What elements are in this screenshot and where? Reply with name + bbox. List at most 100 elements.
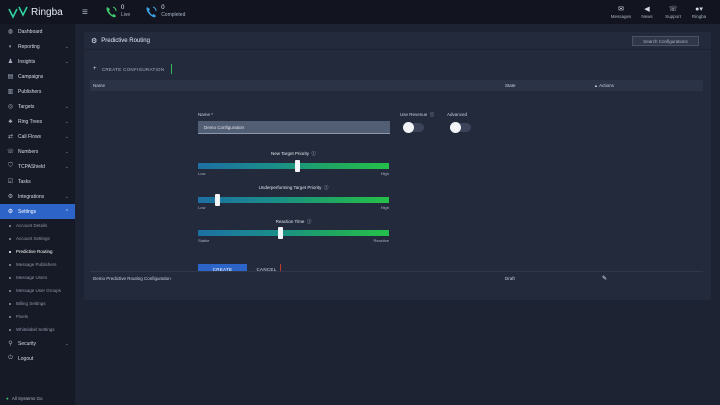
underperforming-target-priority-slider[interactable]	[198, 194, 389, 206]
sidebar-item-label: Insights	[18, 58, 36, 65]
search-configurations-button[interactable]: Search Configurations	[632, 36, 699, 46]
shield-icon: ⛉	[8, 163, 13, 169]
sidebar-item-reporting[interactable]: ◐ Reporting ⌄	[0, 39, 75, 54]
sidebar-item-label: Numbers	[18, 148, 39, 155]
user-label: Ringba	[691, 13, 707, 19]
news-label: News	[641, 13, 653, 19]
tasks-icon: ☑	[7, 179, 14, 185]
info-icon[interactable]: ⓘ	[310, 151, 316, 156]
sidebar-item-security[interactable]: ⚲ Security ⌄	[0, 336, 75, 351]
create-configuration-label: CREATE CONFIGURATION	[101, 66, 165, 72]
user-menu-button[interactable]: ●▾ Ringba	[686, 6, 712, 19]
megaphone-icon: ◀	[644, 5, 650, 13]
numbers-icon: ☏	[6, 149, 15, 155]
sidebar-subitem-whitelabel-settings[interactable]: Whitelabel Settings	[0, 323, 75, 336]
sidebar-item-tasks[interactable]: ☑ Tasks	[0, 174, 75, 189]
plus-icon: +	[93, 66, 97, 72]
messages-button[interactable]: ✉ Messages	[608, 6, 634, 19]
news-button[interactable]: ◀ News	[634, 6, 660, 19]
sidebar-subitem-account-details[interactable]: Account Details	[0, 219, 75, 232]
sidebar-item-label: Ring Trees	[18, 118, 43, 125]
brand-name: Ringba	[31, 6, 63, 18]
phone-completed-icon	[146, 6, 157, 18]
accent-divider	[171, 64, 173, 74]
create-configuration-form: Name * Demo Configuration Use Revenue ⓘ …	[90, 91, 703, 274]
column-header-actions[interactable]: Actions	[594, 83, 614, 88]
slider-range-labels: Low High	[198, 171, 389, 176]
system-status-label: All Systems Go	[11, 395, 43, 401]
sidebar-item-insights[interactable]: ♟ Insights ⌄	[0, 54, 75, 69]
use-revenue-toggle[interactable]	[403, 122, 424, 133]
phone-live-icon	[106, 6, 117, 18]
sidebar-subitem-message-user-groups[interactable]: Message User Groups	[0, 284, 75, 297]
advanced-toggle[interactable]	[450, 122, 471, 133]
ring-trees-icon: ♣	[8, 118, 13, 125]
sidebar-subitem-pixels[interactable]: Pixels	[0, 310, 75, 323]
info-icon[interactable]: ⓘ	[306, 219, 312, 224]
info-icon[interactable]: ⓘ	[323, 185, 329, 190]
slider-high-label: High	[380, 171, 389, 176]
chevron-down-icon: ⌄	[64, 43, 69, 50]
status-dot-icon: ●	[6, 395, 9, 401]
live-calls-stat[interactable]: 0 Live	[104, 5, 130, 19]
sidebar-item-tcpashield[interactable]: ⛉ TCPAShield ⌄	[0, 159, 75, 174]
slider-high-label: High	[380, 205, 389, 210]
chevron-down-icon: ⌄	[64, 118, 69, 125]
slider-low-label: Low	[198, 205, 206, 210]
row-name[interactable]: Demo Predictive Routing Configuration	[93, 276, 171, 281]
integrations-icon: ⚙	[7, 194, 14, 200]
sidebar-subitem-predictive-routing[interactable]: Predictive Routing	[0, 245, 75, 258]
sidebar-item-targets[interactable]: ◎ Targets ⌄	[0, 99, 75, 114]
brand-logo[interactable]: Ringba	[0, 5, 80, 19]
chevron-down-icon: ⌄	[64, 163, 69, 170]
chevron-down-icon: ⌄	[64, 340, 69, 347]
configuration-name-value: Demo Configuration	[204, 124, 245, 130]
new-target-priority-slider[interactable]	[198, 160, 389, 172]
slider-title-text: New Target Priority	[271, 151, 309, 156]
sidebar-item-call-flows[interactable]: ⇄ Call Flows ⌄	[0, 129, 75, 144]
live-label: Live	[121, 12, 131, 18]
sidebar-item-settings[interactable]: ⚙ Settings ⌃	[0, 204, 75, 219]
edit-icon[interactable]: ✎	[602, 275, 607, 282]
info-icon[interactable]: ⓘ	[429, 112, 435, 117]
use-revenue-label: Use Revenue ⓘ	[400, 112, 434, 118]
slider-high-label: Reactive	[373, 238, 389, 243]
completed-label: Completed	[161, 12, 186, 18]
system-status: ● All Systems Go	[0, 391, 75, 405]
sidebar-item-label: Security	[18, 340, 37, 347]
reaction-time-slider[interactable]	[198, 227, 389, 239]
row-state: Draft	[505, 276, 515, 281]
sidebar-item-publishers[interactable]: ▥ Publishers	[0, 84, 75, 99]
sidebar-item-numbers[interactable]: ☏ Numbers ⌄	[0, 144, 75, 159]
chevron-up-icon: ⌃	[64, 208, 69, 215]
sidebar-subitem-billing-settings[interactable]: Billing Settings	[0, 297, 75, 310]
configuration-name-input[interactable]: Demo Configuration	[198, 121, 390, 134]
create-configuration-link[interactable]: + CREATE CONFIGURATION	[93, 64, 173, 74]
sidebar-subitem-message-publishers[interactable]: Message Publishers	[0, 258, 75, 271]
sidebar-subitem-message-users[interactable]: Message Users	[0, 271, 75, 284]
sidebar-item-dashboard[interactable]: ◍ Dashboard	[0, 24, 75, 39]
sidebar-item-logout[interactable]: ⏻ Logout	[0, 351, 75, 366]
campaigns-icon: ▤	[7, 74, 14, 80]
hamburger-icon[interactable]: ≡	[82, 7, 104, 18]
sidebar-item-label: TCPAShield	[18, 163, 45, 170]
security-icon: ⚲	[8, 341, 13, 347]
configurations-table: Name State Actions Name * Demo Configura…	[90, 80, 703, 285]
completed-calls-stat[interactable]: 0 Completed	[144, 5, 185, 19]
toggle-knob	[450, 122, 461, 133]
support-icon: ☏	[668, 5, 678, 13]
chevron-down-icon: ⌄	[64, 58, 69, 65]
completed-count: 0	[161, 5, 165, 11]
publishers-icon: ▥	[7, 89, 14, 95]
column-header-state[interactable]: State	[505, 83, 516, 88]
sidebar-subitem-account-settings[interactable]: Account Settings	[0, 232, 75, 245]
sidebar-item-ring-trees[interactable]: ♣ Ring Trees ⌄	[0, 114, 75, 129]
table-row[interactable]: Demo Predictive Routing Configuration Dr…	[90, 271, 703, 285]
advanced-label: Advanced	[447, 112, 468, 117]
column-header-name[interactable]: Name	[93, 83, 105, 88]
support-button[interactable]: ☏ Support	[660, 6, 686, 19]
sidebar-item-integrations[interactable]: ⚙ Integrations ⌄	[0, 189, 75, 204]
sidebar-item-campaigns[interactable]: ▤ Campaigns	[0, 69, 75, 84]
panel-header: ⚙ Predictive Routing	[84, 32, 711, 50]
sidebar-item-label: Integrations	[18, 193, 45, 200]
